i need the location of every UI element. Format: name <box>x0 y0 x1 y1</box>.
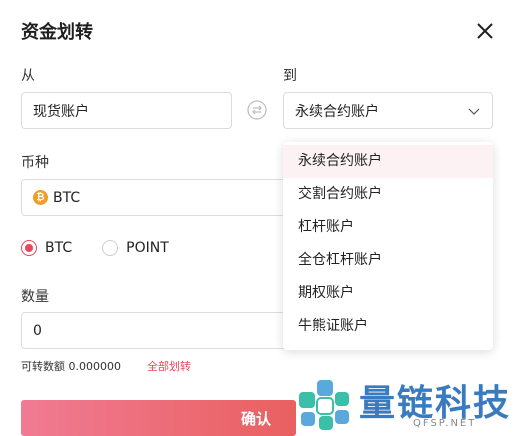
chevron-down-icon <box>468 108 480 115</box>
watermark-logo: 量链科技 QFSP.NET <box>297 372 516 436</box>
radio-btc[interactable] <box>21 240 37 256</box>
bitcoin-icon: ₿ <box>33 190 48 205</box>
dropdown-item-margin[interactable]: 杠杆账户 <box>283 211 493 244</box>
available-amount: 可转数额 0.000000 <box>21 360 121 373</box>
to-account-value: 永续合约账户 <box>295 103 379 120</box>
currency-label: 币种 <box>21 155 49 171</box>
from-label: 从 <box>21 68 35 84</box>
from-account-value: 现货账户 <box>33 103 89 120</box>
watermark-subtext: QFSP.NET <box>413 418 477 429</box>
dropdown-item-cbbc[interactable]: 牛熊证账户 <box>283 310 493 343</box>
radio-point-label[interactable]: POINT <box>126 240 169 256</box>
account-dropdown: 永续合约账户 交割合约账户 杠杆账户 全仓杠杆账户 期权账户 牛熊证账户 <box>283 142 493 350</box>
quantity-input[interactable]: 0 <box>21 312 296 349</box>
dropdown-item-perpetual[interactable]: 永续合约账户 <box>283 145 493 178</box>
swap-icon[interactable] <box>247 100 267 120</box>
puzzle-logo-icon <box>299 380 349 430</box>
dialog-title: 资金划转 <box>21 22 93 43</box>
quantity-value: 0 <box>33 322 42 339</box>
from-account-select[interactable]: 现货账户 <box>21 92 232 129</box>
currency-radio-group: BTC POINT <box>21 240 199 256</box>
to-label: 到 <box>283 68 297 84</box>
confirm-button[interactable]: 确认 <box>21 400 296 436</box>
dropdown-item-cross-margin[interactable]: 全仓杠杆账户 <box>283 244 493 277</box>
radio-btc-label[interactable]: BTC <box>45 240 72 256</box>
dropdown-item-delivery[interactable]: 交割合约账户 <box>283 178 493 211</box>
dropdown-item-options[interactable]: 期权账户 <box>283 277 493 310</box>
transfer-all-link[interactable]: 全部划转 <box>147 358 191 374</box>
close-icon[interactable] <box>474 20 496 42</box>
radio-point[interactable] <box>102 240 119 256</box>
to-account-select[interactable]: 永续合约账户 <box>283 92 493 129</box>
currency-select[interactable]: ₿ BTC <box>21 179 296 216</box>
quantity-label: 数量 <box>21 289 49 305</box>
currency-value: BTC <box>53 189 81 206</box>
